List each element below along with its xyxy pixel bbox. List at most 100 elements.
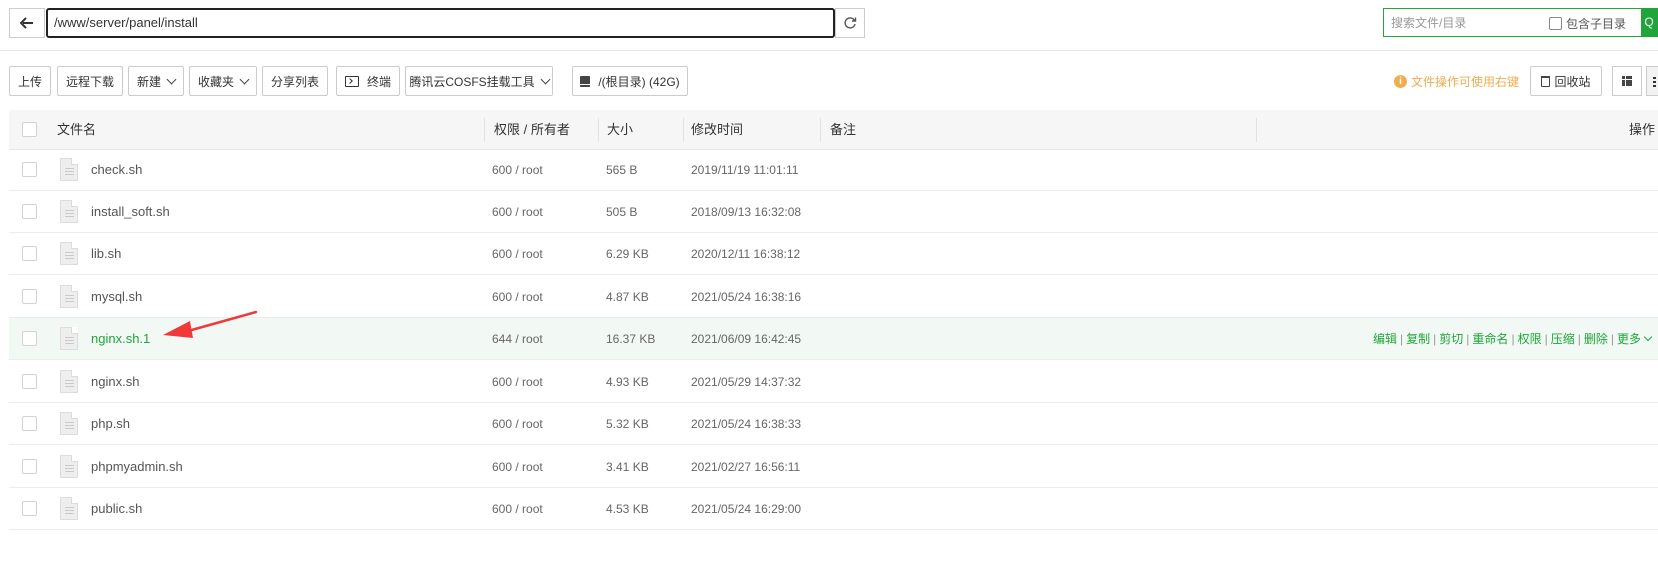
include-subdir-checkbox[interactable] [1549, 17, 1562, 30]
table-row[interactable]: install_soft.sh 600 / root 505 B 2018/09… [9, 191, 1658, 233]
file-mtime: 2021/05/24 16:38:33 [691, 417, 802, 431]
file-name[interactable]: nginx.sh [91, 361, 139, 403]
file-size: 5.32 KB [606, 417, 649, 431]
file-size: 565 B [606, 163, 638, 177]
file-size: 4.53 KB [606, 502, 649, 516]
row-checkbox[interactable] [22, 416, 37, 431]
row-checkbox[interactable] [22, 162, 37, 177]
cosfs-dropdown[interactable]: 腾讯云COSFS挂载工具 [405, 66, 553, 96]
new-dropdown[interactable]: 新建 [128, 66, 184, 96]
recycle-bin-button[interactable]: 回收站 [1530, 66, 1602, 96]
terminal-icon [344, 75, 359, 87]
file-mtime: 2021/05/24 16:38:16 [691, 290, 802, 304]
file-mtime: 2021/02/27 16:56:11 [691, 460, 801, 474]
file-name[interactable]: check.sh [91, 149, 142, 191]
edit-action[interactable]: 编辑 [1373, 318, 1397, 360]
row-checkbox[interactable] [22, 501, 37, 516]
terminal-button[interactable]: 终端 [336, 66, 400, 96]
cosfs-label: 腾讯云COSFS挂载工具 [409, 74, 535, 89]
arrow-left-icon [20, 17, 33, 29]
back-button[interactable] [9, 8, 45, 38]
file-permission[interactable]: 644 / root [492, 318, 543, 360]
file-icon [60, 285, 78, 308]
terminal-label: 终端 [366, 74, 391, 89]
action-separator: | [1433, 332, 1437, 346]
row-checkbox[interactable] [22, 204, 37, 219]
table-row[interactable]: check.sh 600 / root 565 B 2019/11/19 11:… [9, 149, 1658, 191]
header-separator [484, 118, 485, 142]
table-row[interactable]: phpmyadmin.sh 600 / root 3.41 KB 2021/02… [9, 446, 1658, 488]
header-operations: 操作 [1628, 122, 1655, 137]
file-name[interactable]: public.sh [91, 488, 142, 530]
remote-download-button[interactable]: 远程下载 [57, 66, 123, 96]
path-input[interactable]: /www/server/panel/install [46, 8, 835, 38]
info-icon: i [1394, 75, 1407, 88]
disk-label: /(根目录) (42G) [598, 74, 680, 89]
search-input[interactable] [1384, 9, 1544, 36]
select-all-checkbox[interactable] [22, 122, 37, 137]
file-permission[interactable]: 600 / root [492, 361, 543, 403]
file-permission[interactable]: 600 / root [492, 488, 543, 530]
permission-action[interactable]: 权限 [1518, 318, 1542, 360]
file-name[interactable]: phpmyadmin.sh [91, 446, 183, 488]
file-size: 4.87 KB [606, 290, 649, 304]
action-separator: | [1400, 332, 1404, 346]
table-row[interactable]: public.sh 600 / root 4.53 KB 2021/05/24 … [9, 488, 1658, 530]
cut-action[interactable]: 剪切 [1439, 318, 1463, 360]
include-subdir-label: 包含子目录 [1566, 17, 1627, 31]
file-name[interactable]: mysql.sh [91, 276, 142, 318]
refresh-icon [844, 17, 857, 29]
favorites-dropdown[interactable]: 收藏夹 [189, 66, 257, 96]
action-separator: | [1610, 332, 1614, 346]
list-view-button[interactable] [1646, 66, 1658, 96]
row-checkbox[interactable] [22, 459, 37, 474]
file-icon [60, 370, 78, 393]
file-mtime: 2021/05/29 14:37:32 [691, 375, 802, 389]
row-checkbox[interactable] [22, 331, 37, 346]
file-size: 4.93 KB [606, 375, 649, 389]
file-permission[interactable]: 600 / root [492, 276, 543, 318]
file-name[interactable]: lib.sh [91, 233, 121, 275]
file-name[interactable]: install_soft.sh [91, 191, 170, 233]
table-row[interactable]: lib.sh 600 / root 6.29 KB 2020/12/11 16:… [9, 233, 1658, 275]
rename-action[interactable]: 重命名 [1472, 318, 1508, 360]
include-subdir-toggle[interactable]: 包含子目录 [1549, 15, 1626, 32]
file-permission[interactable]: 600 / root [492, 191, 543, 233]
file-name[interactable]: nginx.sh.1 [91, 318, 150, 360]
action-separator: | [1544, 332, 1548, 346]
header-mtime[interactable]: 修改时间 [691, 110, 743, 150]
file-permission[interactable]: 600 / root [492, 149, 543, 191]
file-permission[interactable]: 600 / root [492, 233, 543, 275]
disk-button[interactable]: /(根目录) (42G) [572, 66, 688, 96]
delete-action[interactable]: 删除 [1584, 318, 1608, 360]
header-separator [820, 118, 821, 142]
compress-action[interactable]: 压缩 [1551, 318, 1575, 360]
address-bar: /www/server/panel/install [9, 8, 909, 38]
row-checkbox[interactable] [22, 289, 37, 304]
chevron-down-icon [166, 74, 177, 84]
more-action[interactable]: 更多 [1617, 318, 1641, 360]
header-filename[interactable]: 文件名 [57, 110, 96, 150]
action-separator: | [1511, 332, 1515, 346]
row-checkbox[interactable] [22, 374, 37, 389]
refresh-button[interactable] [835, 8, 865, 38]
recycle-label: 回收站 [1554, 74, 1591, 89]
file-permission[interactable]: 600 / root [492, 446, 543, 488]
file-icon [60, 327, 78, 350]
file-permission[interactable]: 600 / root [492, 403, 543, 445]
disk-icon [580, 75, 591, 87]
row-checkbox[interactable] [22, 246, 37, 261]
header-size[interactable]: 大小 [607, 110, 633, 150]
table-row[interactable]: php.sh 600 / root 5.32 KB 2021/05/24 16:… [9, 403, 1658, 445]
grid-view-button[interactable] [1612, 66, 1642, 96]
file-size: 3.41 KB [606, 460, 649, 474]
table-row[interactable]: nginx.sh 600 / root 4.93 KB 2021/05/29 1… [9, 361, 1658, 403]
file-name[interactable]: php.sh [91, 403, 130, 445]
file-mtime: 2019/11/19 11:01:11 [691, 163, 799, 177]
header-permission[interactable]: 权限 / 所有者 [494, 110, 570, 150]
share-list-button[interactable]: 分享列表 [262, 66, 328, 96]
search-button[interactable]: Q [1641, 9, 1657, 36]
upload-button[interactable]: 上传 [9, 66, 51, 96]
divider [0, 50, 1658, 51]
copy-action[interactable]: 复制 [1406, 318, 1430, 360]
